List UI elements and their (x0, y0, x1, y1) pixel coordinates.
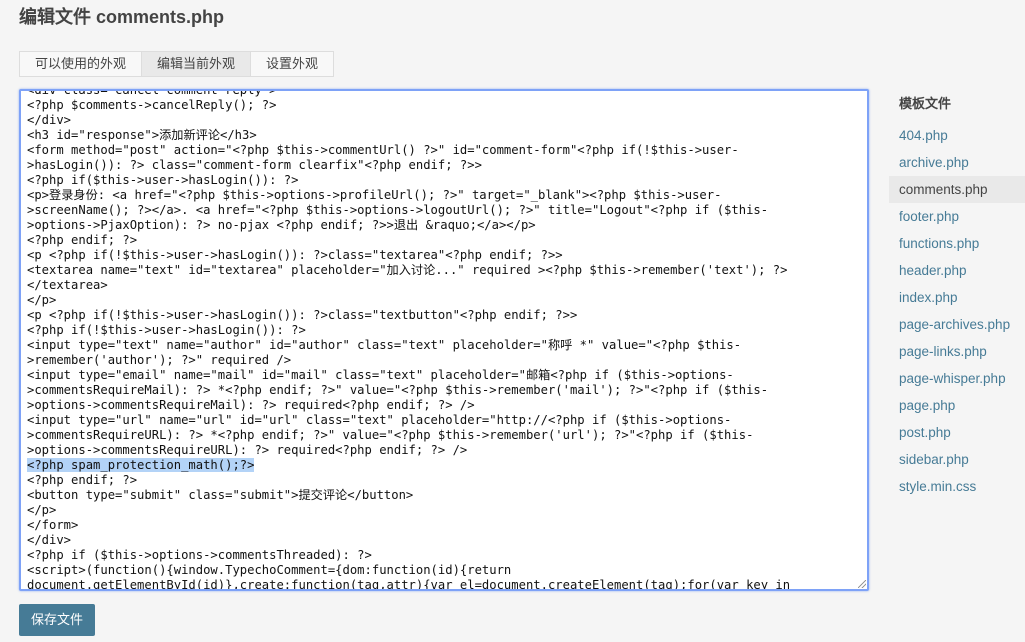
template-file-link[interactable]: 404.php (889, 122, 1025, 149)
code-line: <form method="post" action="<?php $this-… (27, 143, 739, 157)
template-file-link[interactable]: footer.php (889, 203, 1025, 230)
code-line: >options->PjaxOption): ?> no-pjax <?php … (27, 218, 536, 232)
code-line: <p <?php if(!$this->user->hasLogin()): ?… (27, 248, 563, 262)
save-file-button[interactable]: 保存文件 (19, 604, 96, 636)
code-line: >hasLogin()): ?> class="comment-form cle… (27, 158, 482, 172)
code-line: <?php endif; ?> (27, 473, 138, 487)
code-line: >options->commentsRequireMail): ?> requi… (27, 398, 475, 412)
template-file-link[interactable]: sidebar.php (889, 446, 1025, 473)
code-line: >commentsRequireMail): ?> *<?php endif; … (27, 383, 769, 397)
template-file-link[interactable]: post.php (889, 419, 1025, 446)
template-file-link[interactable]: page.php (889, 392, 1025, 419)
code-line: </p> (27, 293, 57, 307)
template-file-link[interactable]: archive.php (889, 149, 1025, 176)
code-line: <?php spam_protection_math();?> (27, 458, 853, 473)
code-line: document.getElementById(id)},create:func… (27, 578, 791, 591)
template-files-heading: 模板文件 (899, 96, 952, 111)
code-line: </textarea> (27, 278, 108, 292)
template-file-link[interactable]: page-links.php (889, 338, 1025, 365)
template-file-link[interactable]: page-whisper.php (889, 365, 1025, 392)
code-line: <?php $comments->cancelReply(); ?> (27, 98, 277, 112)
theme-editor-page: 编辑文件 comments.php 可以使用的外观 编辑当前外观 设置外观 <d… (0, 0, 1025, 642)
code-line: <script>(function(){window.TypechoCommen… (27, 563, 512, 577)
code-editor-textarea[interactable]: <div class="cancel-comment-reply"> <?php … (19, 89, 869, 591)
template-file-link[interactable]: header.php (889, 257, 1025, 284)
page-title: 编辑文件 comments.php (19, 7, 225, 27)
code-line: >screenName(); ?></a>. <a href="<?php $t… (27, 203, 769, 217)
template-file-list: 404.php archive.php comments.php footer.php… (889, 122, 1025, 500)
code-line: <?php if ($this->options->commentsThread… (27, 548, 372, 562)
code-line: >remember('author'); ?>" required /> (27, 353, 292, 367)
code-line: <input type="url" name="url" id="url" cl… (27, 413, 732, 427)
code-line: </p> (27, 503, 57, 517)
resize-handle-icon[interactable] (858, 580, 866, 588)
template-file-link[interactable]: page-archives.php (889, 311, 1025, 338)
code-line: <?php endif; ?> (27, 233, 138, 247)
code-content[interactable]: <div class="cancel-comment-reply"> <?php … (27, 89, 853, 591)
template-file-link[interactable]: comments.php (889, 176, 1025, 203)
code-line: >options->commentsRequireURL): ?> requir… (27, 443, 468, 457)
code-line: >commentsRequireURL): ?> *<?php endif; ?… (27, 428, 754, 442)
code-line: <?php if(!$this->user->hasLogin()): ?> (27, 323, 306, 337)
code-line: <input type="email" name="mail" id="mail… (27, 368, 734, 382)
template-file-link[interactable]: index.php (889, 284, 1025, 311)
code-line: <h3 id="response">添加新评论</h3> (27, 128, 257, 142)
tab-edit-current-theme[interactable]: 编辑当前外观 (141, 51, 252, 77)
code-line: <p <?php if(!$this->user->hasLogin()): ?… (27, 308, 578, 322)
code-line: <input type="text" name="author" id="aut… (27, 338, 742, 352)
code-line: <textarea name="text" id="textarea" plac… (27, 263, 788, 277)
template-file-link[interactable]: style.min.css (889, 473, 1025, 500)
template-files-sidebar: 模板文件 404.php archive.php comments.php foote… (889, 95, 1025, 500)
selected-code-text: <?php spam_protection_math();?> (27, 458, 255, 472)
template-file-link[interactable]: functions.php (889, 230, 1025, 257)
code-line: </div> (27, 533, 72, 547)
code-line: </form> (27, 518, 79, 532)
code-line: <?php if($this->user->hasLogin()): ?> (27, 173, 299, 187)
code-line: <button type="submit" class="submit">提交评… (27, 488, 414, 502)
code-line: <p>登录身份: <a href="<?php $this->options->… (27, 188, 722, 202)
code-line: <div class="cancel-comment-reply"> (27, 89, 277, 97)
code-line: </div> (27, 113, 72, 127)
tab-available-themes[interactable]: 可以使用的外观 (19, 51, 143, 77)
theme-tabs: 可以使用的外观 编辑当前外观 设置外观 (19, 51, 335, 77)
tab-theme-settings[interactable]: 设置外观 (250, 51, 335, 77)
